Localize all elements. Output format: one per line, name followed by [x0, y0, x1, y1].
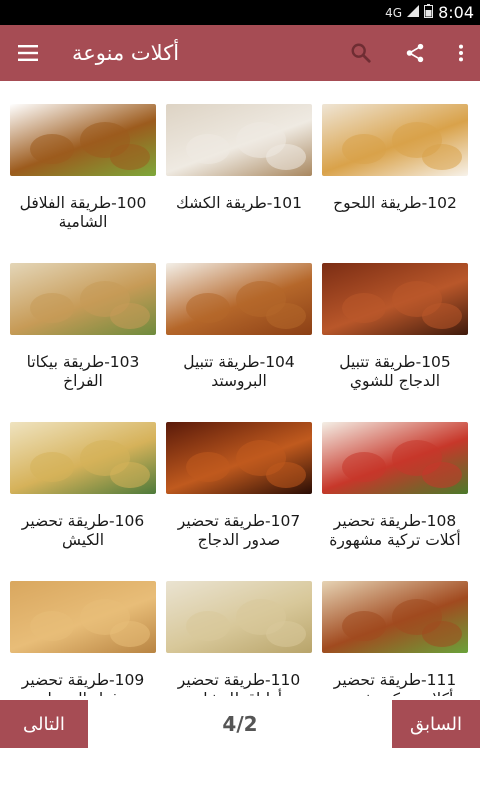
app-bar-actions — [334, 25, 480, 81]
recipe-title: 109-طريقة تحضير فول الصويا — [21, 671, 145, 696]
share-icon[interactable] — [388, 25, 442, 81]
recipe-title: 105-طريقة تتبيل الدجاج للشوي — [339, 353, 451, 390]
broasted-image — [166, 263, 312, 335]
piccata-image — [10, 263, 156, 335]
chicken-breast-image — [166, 422, 312, 494]
pagination-bar: التالى 4/2 السابق — [0, 700, 480, 748]
recipe-item[interactable]: 102-طريقة اللحوح — [322, 104, 468, 263]
search-icon[interactable] — [334, 25, 388, 81]
recipe-item[interactable]: 101-طريقة الكشك — [166, 104, 312, 263]
recipe-title: 111-طريقة تحضير أكلات تركية شعبية — [333, 671, 457, 696]
hamburger-menu-icon[interactable] — [0, 25, 56, 81]
recipe-title: 106-طريقة تحضير الكيش — [21, 512, 145, 549]
pasta-image — [166, 581, 312, 653]
page-title: أكلات منوعة — [72, 41, 180, 65]
recipe-grid: 100-طريقة الفلافل الشامية 101-طريقة الكشك… — [0, 81, 480, 696]
recipe-title: 104-طريقة تتبيل البروستد — [183, 353, 295, 390]
grilled-chicken-image — [322, 263, 468, 335]
recipe-title: 107-طريقة تحضير صدور الدجاج — [177, 512, 301, 549]
app-bar: أكلات منوعة — [0, 25, 480, 81]
kishk-image — [166, 104, 312, 176]
recipe-item[interactable]: 110-طريقة تحضير أطباق للعشاء — [166, 581, 312, 696]
status-bar: 4G 8:04 — [0, 0, 480, 25]
recipe-title: 102-طريقة اللحوح — [333, 194, 457, 212]
recipe-item[interactable]: 100-طريقة الفلافل الشامية — [10, 104, 156, 263]
recipe-title: 108-طريقة تحضير أكلات تركية مشهورة — [329, 512, 461, 549]
recipe-item[interactable]: 108-طريقة تحضير أكلات تركية مشهورة — [322, 422, 468, 581]
recipe-item[interactable]: 107-طريقة تحضير صدور الدجاج — [166, 422, 312, 581]
network-type-label: 4G — [385, 5, 403, 20]
quiche-image — [10, 422, 156, 494]
recipe-title: 103-طريقة بيكاتا الفراخ — [26, 353, 140, 390]
falafel-image — [10, 104, 156, 176]
signal-icon — [407, 5, 420, 20]
recipe-title: 110-طريقة تحضير أطباق للعشاء — [177, 671, 301, 696]
recipe-item[interactable]: 104-طريقة تتبيل البروستد — [166, 263, 312, 422]
recipe-title: 100-طريقة الفلافل الشامية — [19, 194, 147, 231]
clock-label: 8:04 — [438, 3, 474, 22]
recipe-item[interactable]: 103-طريقة بيكاتا الفراخ — [10, 263, 156, 422]
battery-icon — [424, 4, 434, 21]
recipe-item[interactable]: 106-طريقة تحضير الكيش — [10, 422, 156, 581]
kebab-image — [322, 581, 468, 653]
recipe-item[interactable]: 109-طريقة تحضير فول الصويا — [10, 581, 156, 696]
previous-button[interactable]: السابق — [392, 700, 480, 748]
recipe-item[interactable]: 105-طريقة تتبيل الدجاج للشوي — [322, 263, 468, 422]
recipe-title: 101-طريقة الكشك — [176, 194, 302, 212]
turkish-dish-image — [322, 422, 468, 494]
recipe-item[interactable]: 111-طريقة تحضير أكلات تركية شعبية — [322, 581, 468, 696]
lahoh-image — [322, 104, 468, 176]
soybeans-image — [10, 581, 156, 653]
more-vert-icon[interactable] — [442, 25, 480, 81]
